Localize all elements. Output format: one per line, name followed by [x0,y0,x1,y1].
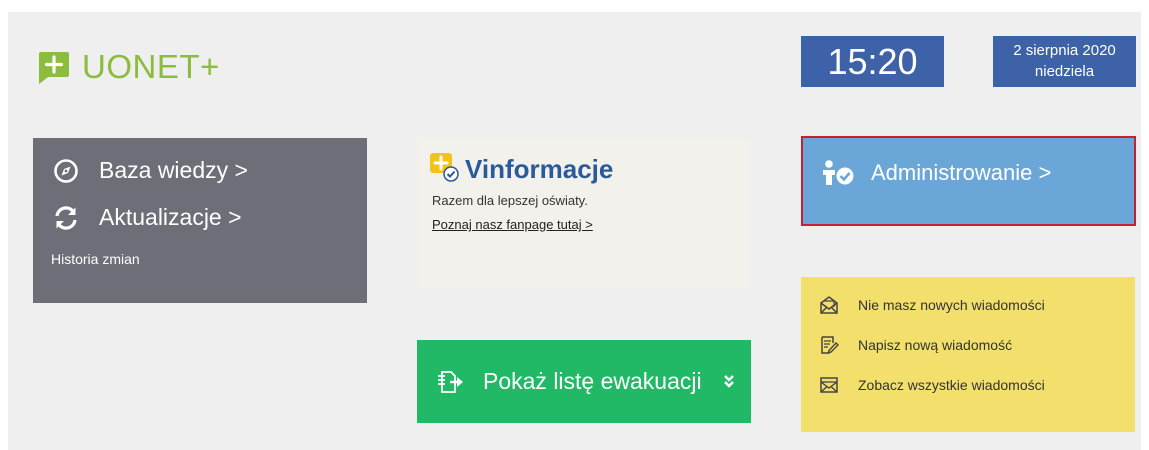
administration-label: Administrowanie > [871,160,1052,185]
write-message-link[interactable]: Napisz nową wiadomość [819,335,1012,355]
mail-inbox-icon [819,375,839,395]
evacuation-exit-icon [435,370,465,394]
dashboard: UONET+ 15:20 2 sierpnia 2020 niedziela B… [8,12,1141,450]
evacuation-list-button[interactable]: Pokaż listę ewakuacji [417,340,751,423]
date-text: 2 sierpnia 2020 [1013,42,1116,59]
knowledge-base-link[interactable]: Baza wiedzy > [53,157,248,184]
updates-label: Aktualizacje > [99,204,242,230]
vinformacje-logo-icon [429,152,459,187]
write-message-label: Napisz nową wiadomość [858,337,1013,353]
double-chevron-down-icon [723,373,735,389]
compass-icon [53,158,79,184]
fanpage-link[interactable]: Poznaj nasz fanpage tutaj > [432,217,593,232]
evacuation-list-label: Pokaż listę ewakuacji [483,368,702,394]
uonet-logo-icon [36,50,70,84]
no-new-messages-label: Nie masz nowych wiadomości [858,297,1045,313]
vinformacje-tile: Vinformacje Razem dla lepszej oświaty. P… [417,138,750,288]
app-logo[interactable]: UONET+ [36,48,220,86]
vinformacje-tagline: Razem dla lepszej oświaty. [432,193,588,208]
write-note-icon [819,335,839,355]
all-messages-label: Zobacz wszystkie wiadomości [858,377,1045,393]
knowledge-base-label: Baza wiedzy > [99,157,248,183]
updates-link[interactable]: Aktualizacje > [53,204,242,231]
change-history-link[interactable]: Historia zmian [51,251,140,267]
no-new-messages-link[interactable]: Nie masz nowych wiadomości [819,295,1045,315]
refresh-icon [53,205,79,231]
open-envelope-icon [819,295,839,315]
messages-tile: Nie masz nowych wiadomości Napisz nową w… [801,277,1135,432]
help-tile: Baza wiedzy > Aktualizacje > Historia zm… [33,138,367,303]
date-box: 2 sierpnia 2020 niedziela [993,36,1136,87]
vinformacje-header: Vinformacje [429,152,613,187]
vinformacje-title: Vinformacje [465,154,614,184]
app-name: UONET+ [82,48,220,85]
all-messages-link[interactable]: Zobacz wszystkie wiadomości [819,375,1045,395]
administration-tile[interactable]: Administrowanie > [801,136,1136,226]
clock: 15:20 [801,36,944,87]
admin-user-check-icon [821,160,855,186]
weekday-text: niedziela [1034,63,1095,80]
